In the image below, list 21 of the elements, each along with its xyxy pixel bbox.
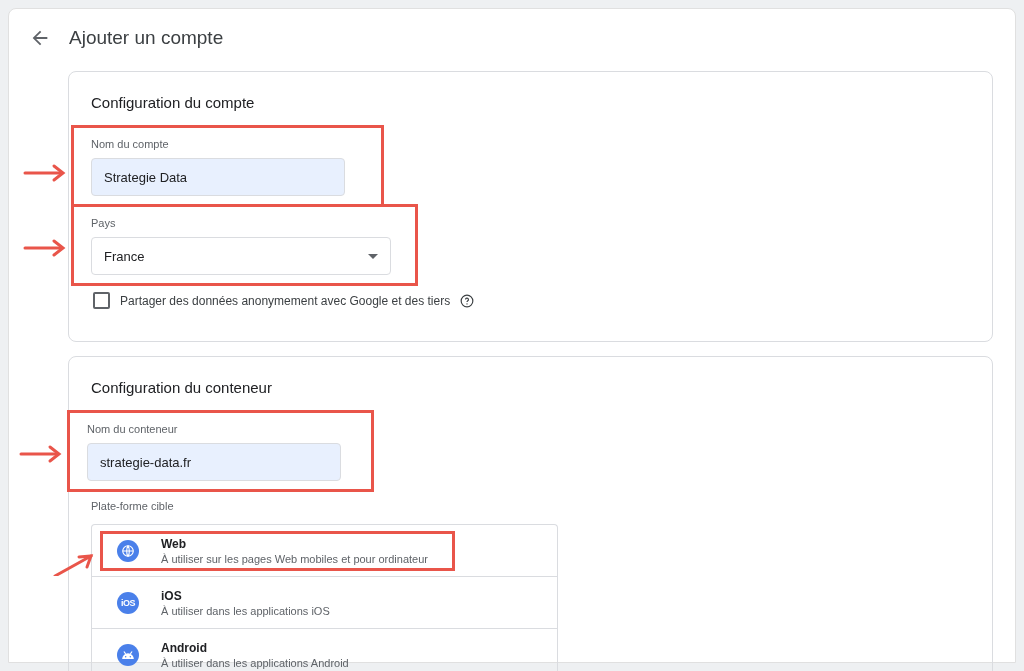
field-label: Nom du conteneur [87,423,179,435]
checkbox[interactable] [93,292,110,309]
container-name-field[interactable]: strategie-data.fr [87,443,341,481]
page-title: Ajouter un compte [69,27,224,49]
platform-option[interactable]: iOS iOS À utiliser dans les applications iOS [100,582,357,623]
account-name-field[interactable]: Strategie Data [91,158,345,196]
help-icon[interactable] [460,293,475,308]
section-title: Configuration du conteneur [91,379,273,396]
annotation-arrow [22,237,68,259]
field-label: Nom du compte [91,138,170,150]
dropdown-caret-icon [368,253,378,259]
checkbox-label: Partager des données anonymement avec Google et des tiers [120,293,451,308]
ios-icon: iOS [117,591,139,614]
section-title: Configuration du compte [91,94,256,111]
field-label: Pays [91,217,117,229]
annotation-arrow [22,162,68,184]
annotation-arrow [18,443,64,465]
globe-icon [117,539,139,562]
country-select[interactable]: France [91,237,391,275]
platform-option[interactable]: Android À utiliser dans les applications Android [100,634,376,671]
field-label: Plate-forme cible [91,500,175,512]
